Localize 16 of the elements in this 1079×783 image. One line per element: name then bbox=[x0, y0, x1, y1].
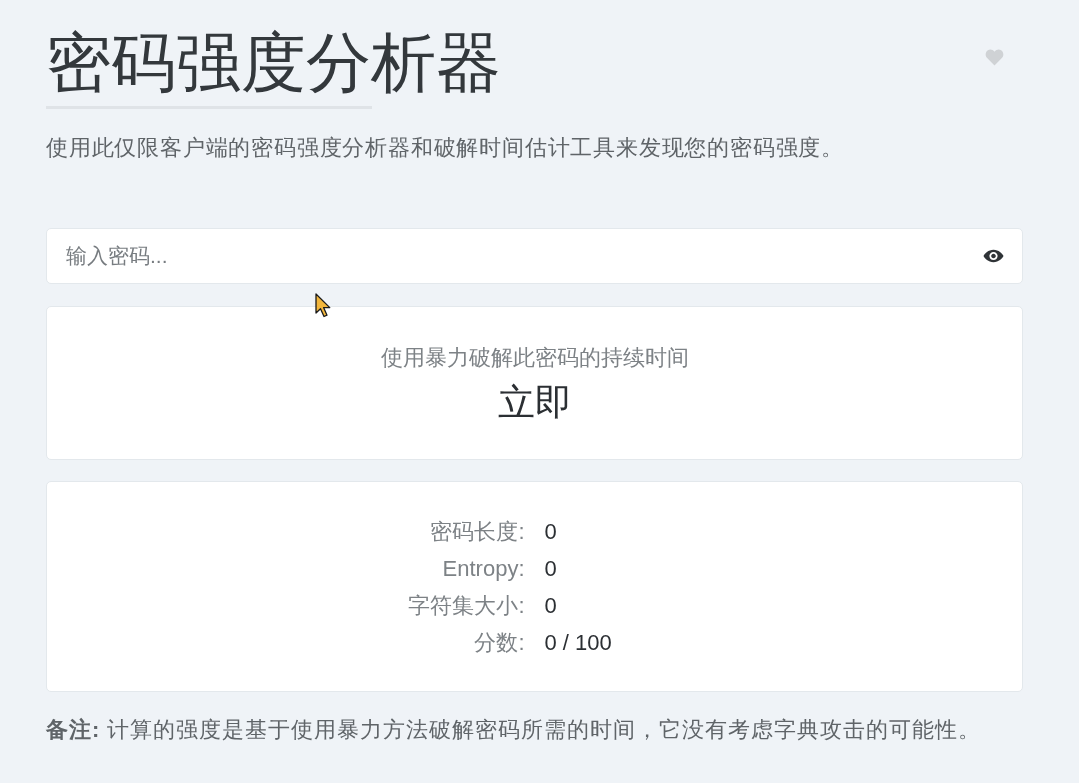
password-field[interactable]: 输入密码... bbox=[46, 228, 1023, 284]
stat-value: 0 / 100 bbox=[544, 629, 612, 657]
note-text: 备注: 计算的强度是基于使用暴力方法破解密码所需的时间，它没有考虑字典攻击的可能性。 bbox=[46, 716, 983, 744]
page-title: 密码强度分析器 bbox=[46, 25, 501, 101]
crack-time-value: 立即 bbox=[497, 381, 572, 425]
stat-label: 分数: bbox=[474, 629, 525, 657]
stat-label: 密码长度: bbox=[430, 518, 525, 546]
stat-label: Entropy: bbox=[442, 555, 525, 583]
eye-icon[interactable] bbox=[983, 249, 1004, 263]
stat-value: 0 bbox=[544, 592, 557, 620]
stat-label: 字符集大小: bbox=[408, 592, 525, 620]
stat-value: 0 bbox=[544, 518, 557, 546]
mouse-pointer-icon bbox=[315, 293, 332, 318]
page-description: 使用此仅限客户端的密码强度分析器和破解时间估计工具来发现您的密码强度。 bbox=[46, 134, 845, 162]
stat-value: 0 bbox=[544, 555, 557, 583]
crack-time-label: 使用暴力破解此密码的持续时间 bbox=[380, 344, 689, 372]
